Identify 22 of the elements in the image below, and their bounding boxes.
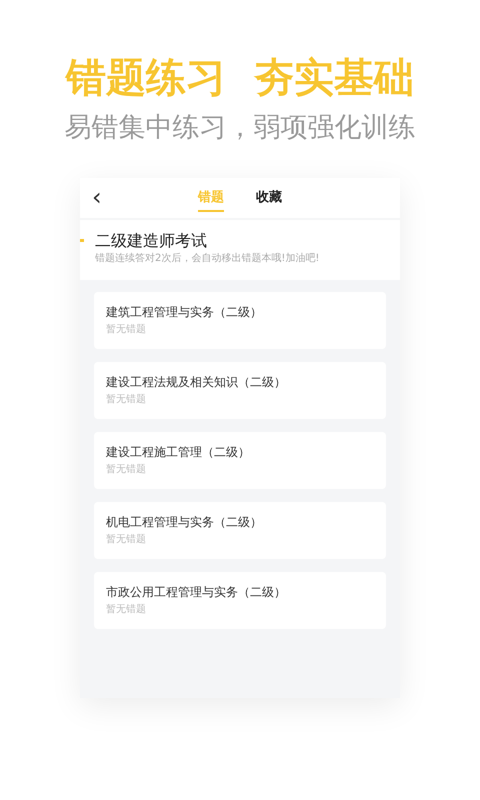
subject-status: 暂无错题 xyxy=(106,533,147,547)
subject-name: 机电工程管理与实务（二级） xyxy=(106,514,263,531)
subject-name: 建筑工程管理与实务（二级） xyxy=(106,304,263,321)
subject-status: 暂无错题 xyxy=(106,393,147,407)
subheadline: 易错集中练习，弱项强化训练 xyxy=(64,111,416,145)
subject-status: 暂无错题 xyxy=(106,603,147,617)
subject-card[interactable]: 市政公用工程管理与实务（二级） 暂无错题 xyxy=(94,572,386,629)
accent-bar xyxy=(80,239,84,242)
exam-title: 二级建造师考试 xyxy=(95,230,208,252)
subject-card[interactable]: 机电工程管理与实务（二级） 暂无错题 xyxy=(94,502,386,559)
subject-status: 暂无错题 xyxy=(106,463,147,477)
subject-status: 暂无错题 xyxy=(106,323,147,337)
subject-card[interactable]: 建筑工程管理与实务（二级） 暂无错题 xyxy=(94,292,386,349)
subject-card[interactable]: 建设工程法规及相关知识（二级） 暂无错题 xyxy=(94,362,386,419)
note: 错题连续答对2次后，会自动移出错题本哦!加油吧! xyxy=(95,252,320,266)
subject-name: 建设工程法规及相关知识（二级） xyxy=(106,374,287,391)
subject-card[interactable]: 建设工程施工管理（二级） 暂无错题 xyxy=(94,432,386,489)
subject-name: 市政公用工程管理与实务（二级） xyxy=(106,584,287,601)
headline: 错题练习 夯实基础 xyxy=(66,54,414,103)
subject-name: 建设工程施工管理（二级） xyxy=(106,444,251,461)
back-button[interactable]: ‹ xyxy=(92,182,102,212)
tab[interactable]: 收藏 xyxy=(256,188,282,212)
